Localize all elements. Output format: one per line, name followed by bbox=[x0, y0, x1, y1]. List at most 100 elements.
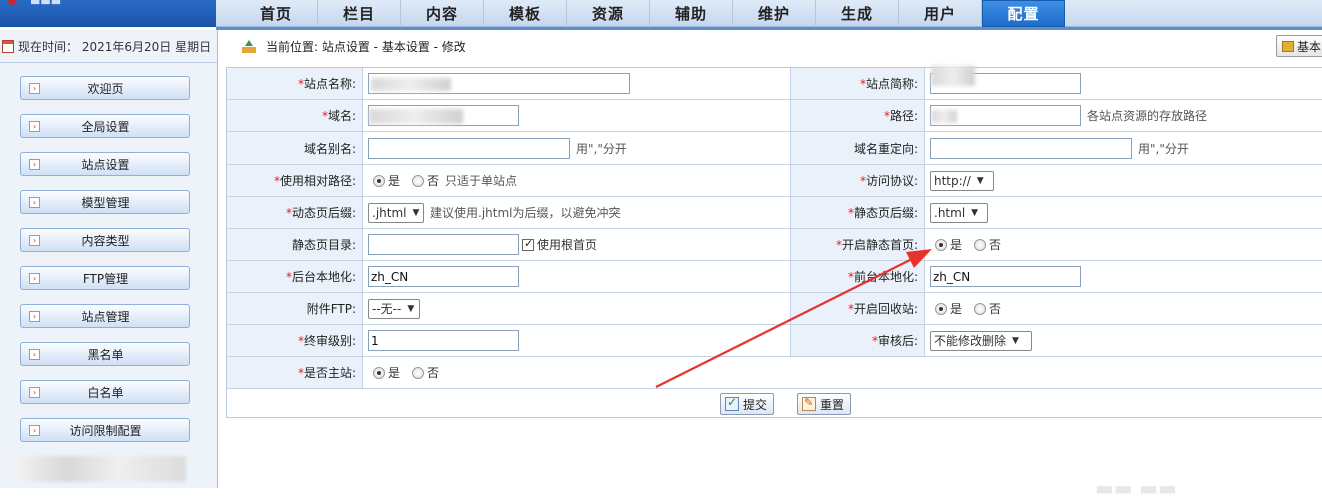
backend-locale-input[interactable]: zh_CN bbox=[368, 266, 519, 287]
arrow-right-icon: › bbox=[29, 158, 40, 170]
tab-column[interactable]: 栏目 bbox=[318, 0, 401, 27]
after-review-label: * 审核后: bbox=[790, 325, 925, 356]
after-review-select[interactable]: 不能修改删除 ▼ bbox=[930, 330, 1032, 351]
domain-redirect-input[interactable] bbox=[930, 137, 1132, 159]
sidebar-item-welcome[interactable]: › 欢迎页 bbox=[20, 76, 190, 100]
logo: ✱ ▬▬▬ bbox=[0, 0, 216, 27]
sidebar-item-label: 欢迎页 bbox=[87, 81, 124, 96]
static-suffix-label: * 静态页后缀: bbox=[790, 197, 925, 228]
arrow-right-icon: › bbox=[29, 272, 40, 284]
site-settings-form: * 站点名称: * 站点简称: * 域名: * 路径: 各站点资源的存放路径 域… bbox=[226, 66, 1322, 418]
watermark: ▬▬ ▬▬ bbox=[1095, 476, 1177, 500]
dropdown-caret-icon: ▼ bbox=[976, 175, 984, 186]
attach-ftp-select[interactable]: --无-- ▼ bbox=[368, 298, 420, 319]
site-name-cell bbox=[368, 68, 630, 99]
sidebar: 现在时间： 2021年6月20日 星期日 › 欢迎页 › 全局设置 › 站点设置 › 模… bbox=[0, 30, 218, 488]
final-level-label: * 终审级别: bbox=[227, 325, 363, 356]
path-input[interactable] bbox=[930, 105, 1081, 126]
date-bar: 现在时间： 2021年6月20日 星期日 bbox=[0, 30, 218, 63]
use-root-index-checkbox[interactable] bbox=[522, 237, 534, 251]
site-short-label: * 站点简称: bbox=[790, 68, 925, 99]
protocol-cell: http://▼ bbox=[930, 165, 994, 196]
logo-text: ▬▬▬ bbox=[30, 0, 62, 8]
sidebar-item-global-settings[interactable]: › 全局设置 bbox=[20, 114, 190, 138]
recycle-label: * 开启回收站: bbox=[790, 293, 925, 324]
logo-icon: ✱ bbox=[6, 0, 18, 10]
dropdown-caret-icon: ▼ bbox=[971, 207, 979, 218]
sidebar-item-whitelist[interactable]: › 白名单 bbox=[20, 380, 190, 404]
tab-maintenance[interactable]: 维护 bbox=[733, 0, 816, 27]
after-review-cell: 不能修改删除 ▼ bbox=[930, 325, 1032, 356]
static-suffix-select[interactable]: .html ▼ bbox=[930, 202, 988, 223]
tab-home[interactable]: 首页 bbox=[235, 0, 318, 27]
final-level-input[interactable]: 1 bbox=[368, 330, 519, 351]
path-label: * 路径: bbox=[790, 100, 925, 131]
redacted-area bbox=[931, 110, 957, 123]
is-master-yes-radio[interactable] bbox=[373, 366, 385, 379]
static-index-no-radio[interactable] bbox=[974, 238, 987, 251]
submit-label: 提交 bbox=[743, 397, 768, 412]
domain-cell bbox=[368, 100, 519, 131]
sidebar-item-site-settings[interactable]: › 站点设置 bbox=[20, 152, 190, 176]
dynamic-suffix-hint: 建议使用.jhtml为后缀，以避免冲突 bbox=[430, 206, 621, 220]
check-icon bbox=[725, 395, 739, 411]
sidebar-item-label: 站点管理 bbox=[81, 309, 130, 324]
sidebar-item-label: FTP管理 bbox=[82, 271, 129, 286]
sidebar-item-access-limit[interactable]: › 访问限制配置 bbox=[20, 418, 190, 442]
radio-label: 是 bbox=[950, 238, 963, 252]
folder-icon bbox=[1282, 40, 1294, 52]
submit-button[interactable]: 提交 bbox=[720, 393, 775, 415]
relative-path-label: * 使用相对路径: bbox=[227, 165, 363, 196]
dropdown-caret-icon: ▼ bbox=[1012, 335, 1019, 346]
protocol-select[interactable]: http://▼ bbox=[930, 170, 994, 191]
attach-ftp-cell: --无-- ▼ bbox=[368, 293, 420, 324]
basic-button[interactable]: 基本 bbox=[1276, 35, 1322, 57]
form-row: * 域名: * 路径: 各站点资源的存放路径 bbox=[227, 100, 1322, 132]
sidebar-item-model-management[interactable]: › 模型管理 bbox=[20, 190, 190, 214]
radio-label: 是 bbox=[388, 174, 401, 188]
recycle-cell: 是 否 bbox=[930, 293, 1001, 324]
domain-input[interactable] bbox=[368, 105, 519, 126]
tab-resource[interactable]: 资源 bbox=[567, 0, 650, 27]
site-name-input[interactable] bbox=[368, 73, 630, 94]
is-master-label: * 是否主站: bbox=[227, 357, 363, 388]
sidebar-item-site-management[interactable]: › 站点管理 bbox=[20, 304, 190, 328]
radio-label: 否 bbox=[989, 238, 1002, 252]
dynamic-suffix-select[interactable]: .jhtml ▼ bbox=[368, 202, 424, 223]
relative-yes-radio[interactable] bbox=[373, 174, 385, 187]
form-row: 附件FTP: --无-- ▼ * 开启回收站: 是 否 bbox=[227, 293, 1322, 325]
alias-label: 域名别名: bbox=[227, 132, 363, 164]
frontend-locale-label: * 前台本地化: bbox=[790, 261, 925, 292]
sidebar-item-label: 黑名单 bbox=[87, 347, 124, 362]
attach-ftp-label: 附件FTP: bbox=[227, 293, 363, 324]
arrow-right-icon: › bbox=[29, 196, 40, 208]
relative-no-radio[interactable] bbox=[412, 174, 425, 187]
sidebar-item-ftp-management[interactable]: › FTP管理 bbox=[20, 266, 190, 290]
domain-alias-input[interactable] bbox=[368, 137, 570, 159]
path-cell: 各站点资源的存放路径 bbox=[930, 100, 1207, 131]
static-index-yes-radio[interactable] bbox=[935, 238, 947, 251]
tab-generate[interactable]: 生成 bbox=[816, 0, 899, 27]
tab-user[interactable]: 用户 bbox=[899, 0, 982, 27]
is-master-no-radio[interactable] bbox=[412, 366, 425, 379]
frontend-locale-input[interactable]: zh_CN bbox=[930, 266, 1081, 287]
static-dir-label: 静态页目录: bbox=[227, 229, 363, 260]
alias-hint: 用","分开 bbox=[576, 141, 627, 156]
redacted-area bbox=[16, 456, 186, 482]
site-short-input[interactable] bbox=[930, 66, 1081, 94]
reset-button[interactable]: 重置 bbox=[797, 393, 852, 415]
sidebar-item-content-types[interactable]: › 内容类型 bbox=[20, 228, 190, 252]
static-dir-input[interactable] bbox=[368, 234, 519, 255]
recycle-no-radio[interactable] bbox=[974, 302, 987, 315]
form-row: * 使用相对路径: 是 否 只适于单站点 * 访问协议: http://▼ bbox=[227, 165, 1322, 197]
arrow-right-icon: › bbox=[29, 120, 40, 132]
protocol-label: * 访问协议: bbox=[790, 165, 925, 196]
tab-template[interactable]: 模板 bbox=[484, 0, 567, 27]
tab-assist[interactable]: 辅助 bbox=[650, 0, 733, 27]
tab-content[interactable]: 内容 bbox=[401, 0, 484, 27]
backend-locale-cell: zh_CN bbox=[368, 261, 519, 292]
form-row: * 站点名称: * 站点简称: bbox=[227, 66, 1322, 100]
tab-config[interactable]: 配置 bbox=[982, 0, 1065, 27]
sidebar-item-blacklist[interactable]: › 黑名单 bbox=[20, 342, 190, 366]
recycle-yes-radio[interactable] bbox=[935, 302, 947, 315]
